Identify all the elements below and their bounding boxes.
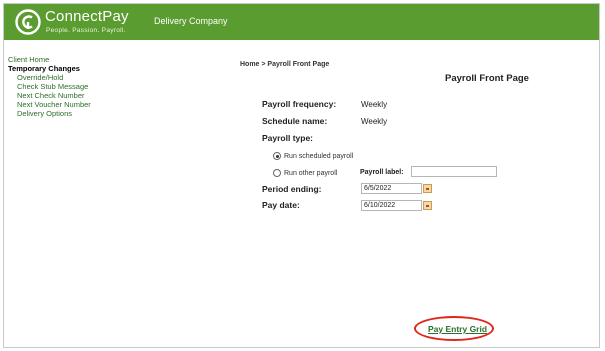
sidebar-item-next-check-number[interactable]: Next Check Number bbox=[8, 91, 208, 100]
sidebar-section-temporary-changes: Temporary Changes bbox=[8, 64, 80, 73]
header-bar: ConnectPay People. Passion. Payroll. Del… bbox=[4, 4, 599, 40]
pay-date-label: Pay date: bbox=[262, 200, 300, 210]
calendar-icon[interactable] bbox=[423, 184, 432, 193]
payroll-type-label: Payroll type: bbox=[262, 133, 314, 143]
connectpay-logo-icon[interactable] bbox=[15, 9, 41, 35]
radio-unchecked-icon[interactable] bbox=[273, 169, 281, 177]
pay-date-input[interactable]: 6/10/2022 bbox=[361, 200, 422, 211]
app-frame: ConnectPay People. Passion. Payroll. Del… bbox=[3, 3, 600, 348]
radio-run-scheduled[interactable]: Run scheduled payroll bbox=[273, 152, 353, 160]
page-title: Payroll Front Page bbox=[445, 73, 529, 84]
sidebar-item-client-home[interactable]: Client Home bbox=[8, 55, 208, 64]
sidebar-item-delivery-options[interactable]: Delivery Options bbox=[8, 109, 208, 118]
payroll-label-label: Payroll label: bbox=[360, 169, 404, 176]
payroll-label-input[interactable] bbox=[411, 166, 497, 177]
period-ending-input[interactable]: 6/5/2022 bbox=[361, 183, 422, 194]
brand-name[interactable]: ConnectPay bbox=[45, 8, 129, 25]
pay-entry-grid-link[interactable]: Pay Entry Grid bbox=[428, 324, 487, 334]
breadcrumb: Home > Payroll Front Page bbox=[240, 61, 330, 68]
sidebar-item-check-stub-message[interactable]: Check Stub Message bbox=[8, 82, 208, 91]
payroll-frequency-label: Payroll frequency: bbox=[262, 99, 337, 109]
radio-checked-icon[interactable] bbox=[273, 152, 281, 160]
payroll-frequency-value: Weekly bbox=[361, 100, 388, 109]
sidebar-item-override-hold[interactable]: Override/Hold bbox=[8, 73, 208, 82]
radio-run-other[interactable]: Run other payroll bbox=[273, 169, 337, 177]
brand-tagline: People. Passion. Payroll. bbox=[46, 27, 126, 34]
radio-run-scheduled-label: Run scheduled payroll bbox=[284, 152, 354, 160]
calendar-icon[interactable] bbox=[423, 201, 432, 210]
period-ending-label: Period ending: bbox=[262, 184, 322, 194]
sidebar-item-next-voucher-number[interactable]: Next Voucher Number bbox=[8, 100, 208, 109]
schedule-name-value: Weekly bbox=[361, 117, 388, 126]
radio-run-other-label: Run other payroll bbox=[284, 169, 338, 177]
sidebar: Client Home Temporary Changes Override/H… bbox=[8, 55, 208, 118]
schedule-name-label: Schedule name: bbox=[262, 116, 328, 126]
company-name: Delivery Company bbox=[154, 16, 228, 26]
